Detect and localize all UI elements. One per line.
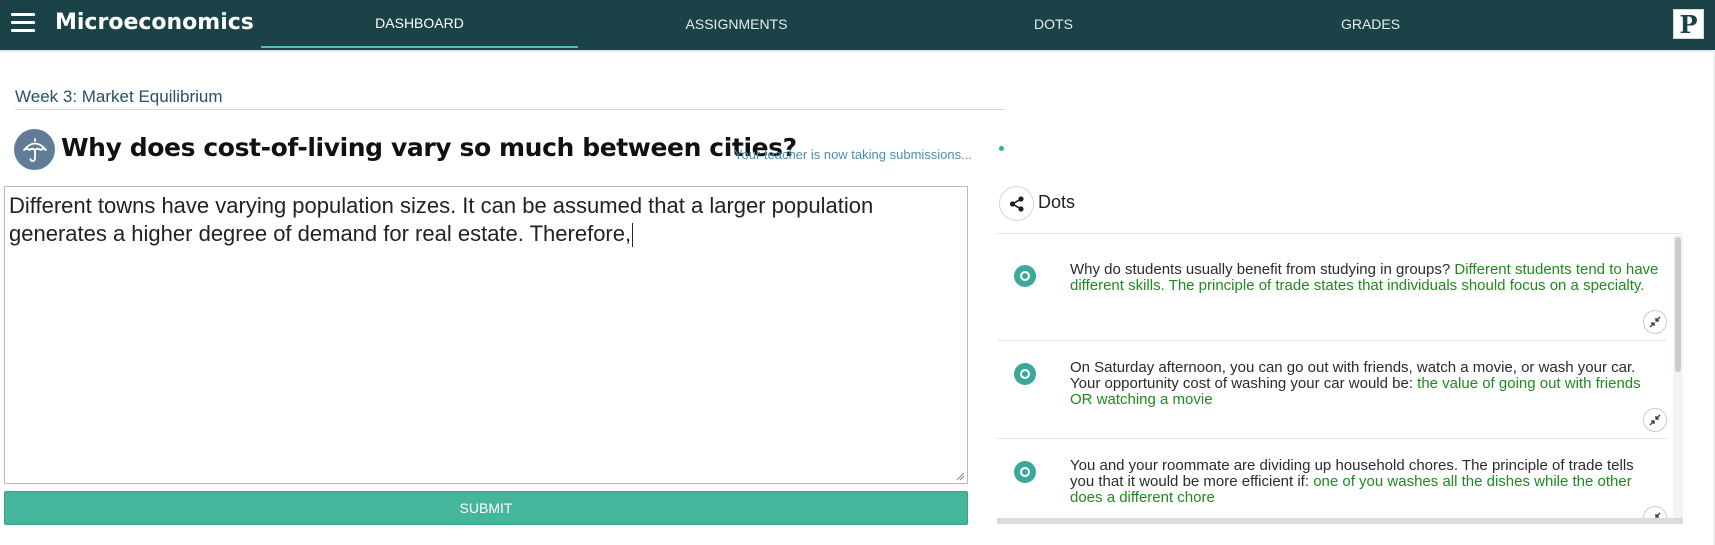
dots-panel-title: Dots (1038, 192, 1076, 212)
hamburger-menu-icon[interactable] (11, 13, 35, 33)
umbrella-icon (14, 129, 55, 170)
horizontal-scrollbar[interactable] (997, 518, 1683, 524)
submit-button[interactable]: SUBMIT (4, 491, 968, 525)
header-shadow (0, 50, 1715, 53)
dot-status-icon (1014, 363, 1036, 385)
dot-item[interactable]: Why do students usually benefit from stu… (997, 235, 1667, 341)
live-status-dot (999, 146, 1004, 151)
collapse-icon[interactable] (1643, 310, 1667, 334)
brand-logo[interactable]: P (1673, 9, 1704, 39)
dot-text: Why do students usually benefit from stu… (1070, 262, 1662, 294)
tab-assignments[interactable]: ASSIGNMENTS (578, 0, 895, 48)
dots-list[interactable]: Why do students usually benefit from stu… (997, 235, 1683, 523)
dots-scrollbar-thumb[interactable] (1675, 237, 1681, 372)
teacher-status-text: Your teacher is now taking submissions..… (734, 147, 972, 162)
top-navigation-bar: Microeconomics DASHBOARD ASSIGNMENTS DOT… (0, 0, 1715, 50)
tab-grades[interactable]: GRADES (1212, 0, 1529, 48)
dot-text: On Saturday afternoon, you can go out wi… (1070, 360, 1662, 408)
dot-item[interactable]: You and your roommate are dividing up ho… (997, 439, 1667, 523)
week-label: Week 3: Market Equilibrium (15, 87, 223, 106)
collapse-icon[interactable] (1643, 408, 1667, 432)
dot-status-icon (1014, 265, 1036, 287)
resize-grip-icon[interactable] (955, 471, 965, 481)
question-title: Why does cost-of-living vary so much bet… (61, 133, 797, 162)
dot-item[interactable]: On Saturday afternoon, you can go out wi… (997, 341, 1667, 439)
tab-dashboard[interactable]: DASHBOARD (261, 0, 578, 48)
divider (15, 109, 1005, 110)
text-caret (632, 223, 634, 248)
dot-text: You and your roommate are dividing up ho… (1070, 458, 1662, 506)
answer-text: Different towns have varying population … (9, 193, 874, 246)
divider (997, 233, 1683, 234)
dot-status-icon (1014, 461, 1036, 483)
share-icon[interactable] (999, 186, 1034, 221)
tab-dots[interactable]: DOTS (895, 0, 1212, 48)
answer-textarea[interactable]: Different towns have varying population … (4, 186, 968, 484)
app-title: Microeconomics (55, 10, 254, 35)
dot-question: Why do students usually benefit from stu… (1070, 261, 1455, 278)
